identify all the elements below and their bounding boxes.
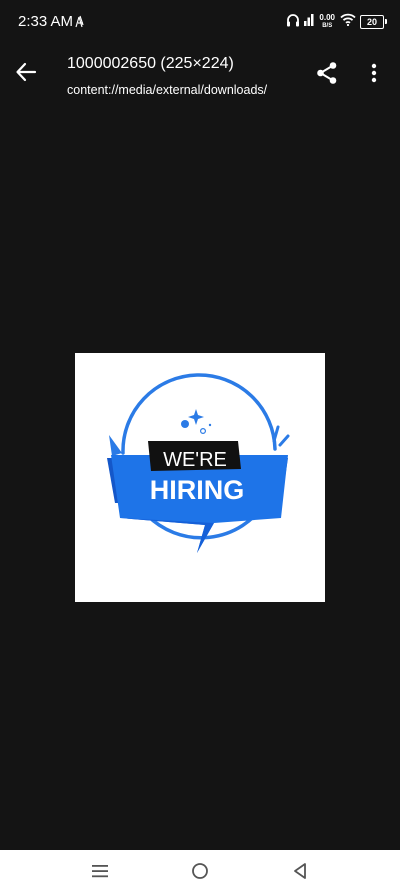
wifi-icon xyxy=(340,13,356,31)
notification-icon xyxy=(74,14,86,28)
signal-icon xyxy=(304,13,314,31)
headphones-icon xyxy=(286,13,300,32)
ribbon-tail xyxy=(120,518,214,553)
share-button[interactable] xyxy=(312,60,342,90)
battery-level: 20 xyxy=(366,17,377,27)
hiring-graphic: WE'RE HIRING xyxy=(107,373,290,553)
title-block: 1000002650 (225×224) content://media/ext… xyxy=(67,54,307,98)
status-time: 2:33 AM xyxy=(18,13,74,30)
net-speed-value: 0.00 xyxy=(319,13,335,22)
app-bar: 1000002650 (225×224) content://media/ext… xyxy=(0,44,400,108)
sparkle-ring xyxy=(199,427,206,434)
back-icon xyxy=(292,862,308,885)
net-speed: 0.00 B/S xyxy=(319,14,335,30)
status-icons: 0.00 B/S 20 xyxy=(286,12,387,32)
more-options-button[interactable] xyxy=(360,60,388,90)
battery-icon: 20 xyxy=(360,15,387,29)
share-icon xyxy=(316,61,338,90)
status-bar: 2:33 AM 0.00 B/S 20 xyxy=(0,0,400,44)
back-arrow-icon xyxy=(15,61,37,88)
menu-icon xyxy=(92,863,108,884)
were-text: WE'RE xyxy=(163,449,227,471)
file-path: content://media/external/downloads/ xyxy=(67,83,267,97)
nav-home-button[interactable] xyxy=(180,858,220,888)
sparkle-dot xyxy=(181,420,189,428)
back-button[interactable] xyxy=(10,58,42,90)
confetti-left xyxy=(109,435,122,456)
more-vert-icon xyxy=(371,63,377,88)
nav-recents-button[interactable] xyxy=(80,858,120,888)
home-icon xyxy=(191,862,209,885)
sparkle-small xyxy=(208,423,212,427)
net-speed-unit: B/S xyxy=(322,23,333,29)
hiring-text: HIRING xyxy=(150,475,245,505)
screen: 2:33 AM 0.00 B/S 20 1000002650 (225×224)… xyxy=(0,0,400,895)
nav-back-button[interactable] xyxy=(280,858,320,888)
file-title: 1000002650 (225×224) xyxy=(67,55,234,72)
hiring-image[interactable]: WE'RE HIRING xyxy=(75,353,325,602)
sparkle-star xyxy=(188,409,204,425)
navigation-bar xyxy=(0,850,400,895)
